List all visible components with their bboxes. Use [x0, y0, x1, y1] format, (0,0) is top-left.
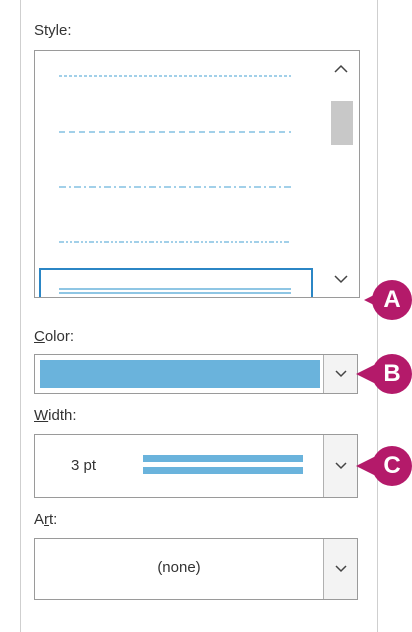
color-swatch [40, 360, 320, 388]
width-value: 3 pt [71, 457, 97, 474]
width-label: Width: [34, 407, 77, 424]
width-preview-icon [143, 455, 303, 474]
scroll-thumb[interactable] [331, 101, 353, 145]
chevron-down-icon [334, 370, 347, 378]
width-dropdown-button[interactable] [323, 435, 357, 497]
style-list[interactable] [34, 50, 360, 298]
color-dropdown-button[interactable] [323, 355, 357, 393]
callout-c-badge: C [372, 446, 412, 486]
callout-b-badge: B [372, 354, 412, 394]
color-label: Color: [34, 328, 75, 345]
style-scrollbar[interactable] [325, 51, 359, 297]
art-label: Art: [34, 511, 58, 528]
art-dropdown-button[interactable] [323, 539, 357, 599]
style-option-dash-dot-dot[interactable] [59, 241, 291, 243]
style-option-double-selected[interactable] [39, 268, 313, 297]
double-line-icon [59, 288, 291, 294]
style-option-dotted[interactable] [59, 75, 291, 77]
color-dropdown[interactable] [34, 354, 358, 394]
chevron-down-icon [334, 462, 347, 470]
scroll-up-icon[interactable] [333, 63, 349, 75]
style-label: Style: [34, 22, 72, 39]
art-value: (none) [157, 559, 201, 576]
callout-a-badge: A [372, 280, 412, 320]
width-dropdown[interactable]: 3 pt [34, 434, 358, 498]
scroll-down-icon[interactable] [333, 273, 349, 285]
style-option-dashed[interactable] [59, 131, 291, 133]
style-option-dash-dot[interactable] [59, 186, 291, 188]
chevron-down-icon [334, 565, 347, 573]
art-dropdown[interactable]: (none) [34, 538, 358, 600]
